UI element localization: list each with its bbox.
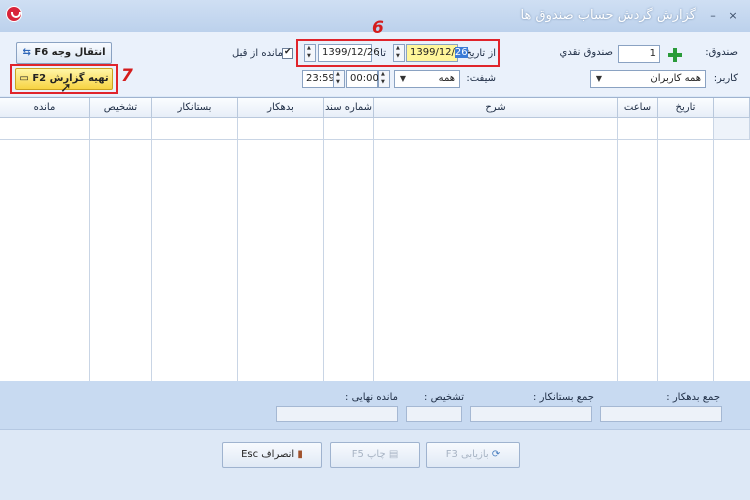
chevron-down-icon: ▼: [399, 74, 407, 83]
grid-cell[interactable]: [238, 118, 324, 140]
from-date-input[interactable]: 1399/12/26: [406, 44, 468, 62]
time-from-spinner[interactable]: [378, 70, 390, 88]
print-button[interactable]: ▤ چاپ F5: [330, 442, 420, 468]
annotation-six: 6: [372, 18, 384, 38]
printer-icon: ▤: [388, 449, 399, 460]
final-balance-field: [276, 406, 398, 422]
annotation-seven: 7: [121, 66, 133, 86]
transfer-icon: ⇆: [22, 47, 31, 58]
debit-total-label: جمع بدهکار :: [666, 392, 720, 403]
user-label: کاربر:: [713, 73, 738, 84]
cancel-button[interactable]: ▮ انصراف Esc: [222, 442, 322, 468]
window-title: گزارش گردش حساب صندوق ها: [520, 8, 696, 23]
to-date-spinner[interactable]: [304, 44, 316, 62]
shift-select-value: همه: [438, 73, 455, 84]
grid-column-line: [0, 140, 90, 382]
time-to-spinner[interactable]: [333, 70, 345, 88]
grid-cell[interactable]: [618, 118, 658, 140]
previous-balance-checkbox[interactable]: [282, 47, 293, 59]
cash-name: صندوق نقدي: [559, 47, 613, 58]
credit-total-field: [470, 406, 592, 422]
close-button[interactable]: ×: [726, 10, 740, 24]
transfer-funds-button[interactable]: انتقال وجه F6 ⇆: [16, 42, 112, 64]
col-header-doc-number: شماره سند: [324, 98, 374, 118]
grid-column-line: [324, 140, 374, 382]
transactions-grid: مانده تشخیص بستانکار بدهکار شماره سند شر…: [0, 97, 750, 382]
mouse-cursor-icon: ➚: [60, 80, 72, 96]
grid-column-line: [618, 140, 658, 382]
cash-number-input[interactable]: 1: [618, 45, 660, 63]
reload-label: بازیابی F3: [445, 449, 489, 460]
grid-cell[interactable]: [152, 118, 238, 140]
row-indicator-cell[interactable]: [714, 118, 750, 140]
cancel-label: انصراف Esc: [241, 449, 295, 460]
grid-cell[interactable]: [658, 118, 714, 140]
col-header-diagnosis: تشخیص: [90, 98, 152, 118]
minimize-button[interactable]: –: [706, 10, 720, 24]
grid-column-line: [152, 140, 238, 382]
reload-button[interactable]: ⟳ بازیابی F3: [426, 442, 520, 468]
grid-column-line: [374, 140, 618, 382]
grid-column-line: [238, 140, 324, 382]
door-icon: ▮: [297, 449, 303, 460]
time-to-input[interactable]: 23:59: [302, 70, 335, 88]
from-date-spinner[interactable]: [393, 44, 405, 62]
time-from-input[interactable]: 00:00: [346, 70, 379, 88]
shift-select[interactable]: ▼ همه: [394, 70, 460, 88]
credit-total-label: جمع بستانکار :: [533, 392, 594, 403]
grid-cell[interactable]: [90, 118, 152, 140]
report-icon: ▭: [19, 73, 29, 84]
col-header-indicator: [714, 98, 750, 118]
col-header-credit: بستانکار: [152, 98, 238, 118]
debit-total-field: [600, 406, 722, 422]
shift-label: شیفت:: [466, 73, 496, 84]
grid-column-line: [658, 140, 714, 382]
transfer-funds-label: انتقال وجه F6: [34, 47, 106, 58]
col-header-balance: مانده: [0, 98, 90, 118]
app-logo-icon: [6, 6, 22, 22]
user-select-value: همه کاربران: [650, 73, 701, 84]
col-header-description: شرح: [374, 98, 618, 118]
print-label: چاپ F5: [351, 449, 386, 460]
final-balance-label: مانده نهایی :: [345, 392, 398, 403]
col-header-debit: بدهکار: [238, 98, 324, 118]
previous-balance-label: مانده از قبل: [232, 48, 284, 59]
col-header-time: ساعت: [618, 98, 658, 118]
from-date-text: 1399/12/: [410, 47, 455, 58]
diagnosis-label: تشخیص :: [424, 392, 464, 403]
add-cash-icon[interactable]: [668, 48, 682, 62]
chevron-down-icon: ▼: [595, 74, 603, 83]
user-select[interactable]: ▼ همه کاربران: [590, 70, 706, 88]
cash-label: صندوق:: [705, 47, 738, 58]
from-date-selected: 26: [454, 47, 468, 58]
diagnosis-field: [406, 406, 462, 422]
grid-cell[interactable]: [0, 118, 90, 140]
grid-cell[interactable]: [374, 118, 618, 140]
col-header-date: تاریخ: [658, 98, 714, 118]
to-date-input[interactable]: 1399/12/26: [318, 44, 380, 62]
grid-cell[interactable]: [324, 118, 374, 140]
refresh-icon: ⟳: [491, 449, 501, 460]
grid-column-line: [90, 140, 152, 382]
